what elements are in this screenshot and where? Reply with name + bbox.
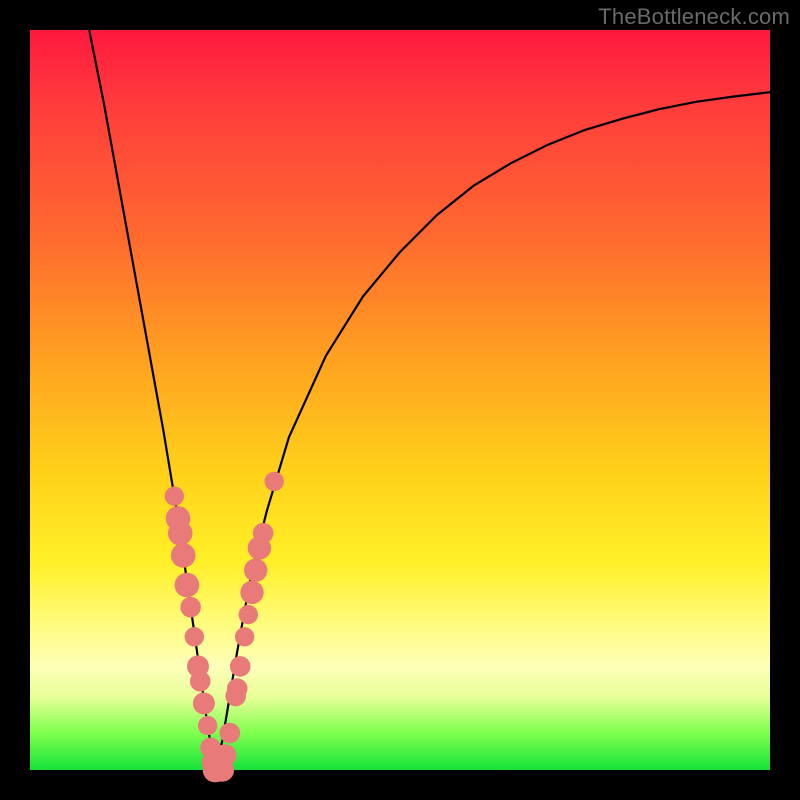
curve-marker [253, 523, 274, 544]
curve-marker [240, 581, 263, 604]
curve-marker [214, 744, 236, 766]
curve-layer [30, 30, 770, 770]
curve-marker [244, 559, 267, 582]
curve-marker [265, 472, 284, 491]
plot-area [30, 30, 770, 770]
curve-marker [190, 671, 211, 692]
curve-marker [198, 716, 217, 735]
curve-marker [230, 656, 251, 677]
chart-frame: TheBottleneck.com [0, 0, 800, 800]
curve-marker [165, 487, 184, 506]
curve-marker [175, 573, 200, 598]
curve-marker [171, 543, 196, 568]
watermark-text: TheBottleneck.com [598, 4, 790, 30]
curve-marker [168, 521, 193, 546]
curve-marker [180, 597, 201, 618]
curve-marker [227, 678, 248, 699]
curve-marker [235, 627, 254, 646]
curve-marker [239, 605, 258, 624]
curve-marker [220, 723, 241, 744]
curve-marker [193, 692, 215, 714]
curve-marker [185, 627, 204, 646]
